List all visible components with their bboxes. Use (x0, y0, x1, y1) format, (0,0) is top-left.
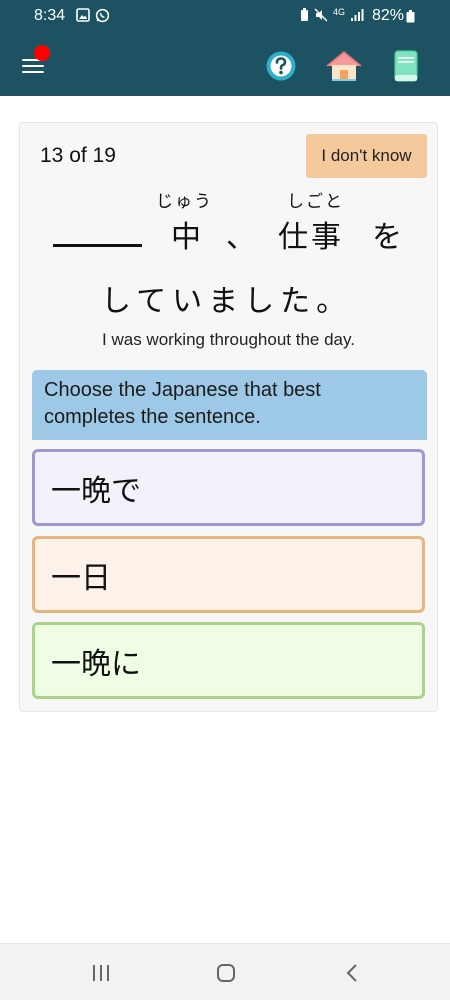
menu-button[interactable] (18, 45, 52, 80)
app-header (0, 34, 450, 96)
english-translation: I was working throughout the day. (102, 330, 355, 349)
answer-option-3[interactable]: 一晩に (32, 622, 425, 699)
recent-apps-button[interactable] (86, 958, 116, 988)
book-button[interactable] (386, 46, 426, 86)
mute-icon (314, 8, 328, 22)
help-button[interactable] (261, 46, 301, 86)
signal-icon (351, 9, 364, 21)
particle-wo: を (372, 220, 402, 255)
question-progress: 13 of 19 (40, 144, 116, 167)
answer-option-label: 一晩に (51, 646, 141, 682)
furigana-ju: じゅう (156, 192, 213, 212)
home-nav-button[interactable] (211, 958, 241, 988)
home-button[interactable] (323, 46, 363, 86)
furigana-shigoto: しごと (287, 192, 344, 212)
quiz-card: 13 of 19 I don't know じゅう 中 、 しごと 仕事 を し… (19, 122, 438, 712)
system-nav-bar (0, 943, 450, 1000)
dont-know-button[interactable]: I don't know (306, 134, 427, 178)
kanji-shigoto: 仕事 (278, 220, 344, 255)
network-type: 4G (333, 7, 346, 17)
battery-saver-icon (301, 8, 308, 21)
gallery-icon (76, 8, 90, 22)
recent-apps-icon (93, 965, 109, 981)
whatsapp-icon (95, 8, 110, 23)
status-bar: 8:34 4G 82% (0, 0, 450, 34)
battery-percent: 82% (371, 7, 404, 24)
home-nav-icon (217, 964, 235, 982)
answer-option-label: 一日 (51, 560, 111, 596)
status-time: 8:34 (34, 7, 66, 24)
battery-icon (406, 10, 415, 23)
comma: 、 (226, 220, 256, 255)
home-icon (326, 51, 362, 81)
back-button[interactable] (338, 958, 368, 988)
kanji-ju: 中 (171, 220, 201, 255)
answer-option-label: 一晩で (51, 473, 141, 509)
answer-blank (53, 244, 142, 247)
book-icon (394, 50, 418, 82)
back-icon (346, 964, 357, 982)
instruction-banner: Choose the Japanese that best completes … (32, 370, 427, 440)
question-icon (266, 51, 296, 81)
answer-option-2[interactable]: 一日 (32, 536, 425, 613)
sentence-ending: していました。 (101, 284, 353, 319)
answer-option-1[interactable]: 一晩で (32, 449, 425, 526)
notification-badge (34, 45, 50, 61)
